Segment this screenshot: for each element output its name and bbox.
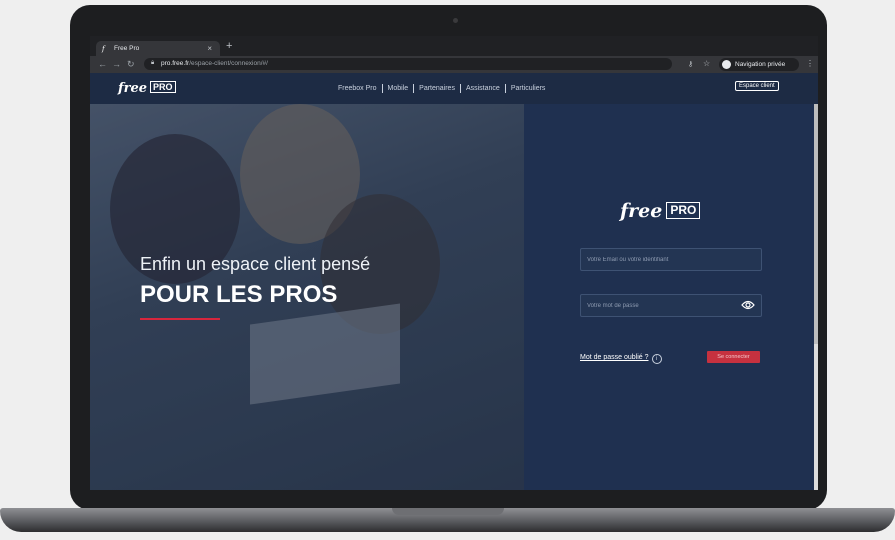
- incognito-label: Navigation privée: [735, 61, 786, 68]
- nav-item-freebox-pro[interactable]: Freebox Pro: [333, 84, 382, 93]
- hero-headline: POUR LES PROS: [140, 281, 338, 308]
- incognito-badge[interactable]: Navigation privée: [719, 58, 799, 71]
- login-logo-text: free: [620, 200, 663, 222]
- login-button[interactable]: Se connecter: [707, 351, 760, 363]
- eye-icon[interactable]: [741, 299, 755, 311]
- laptop-notch: [392, 508, 504, 515]
- key-icon[interactable]: ⚷: [688, 60, 693, 68]
- forward-icon[interactable]: →: [112, 59, 121, 69]
- password-input[interactable]: [581, 295, 761, 316]
- lock-icon: 🔒︎: [151, 60, 155, 66]
- tab-title: Free Pro: [114, 45, 140, 52]
- web-page: free PRO Freebox Pro Mobile Partenaires Assi…: [90, 73, 818, 490]
- site-header: free PRO Freebox Pro Mobile Partenaires Assi…: [90, 73, 818, 104]
- hero-accent-line: [140, 318, 220, 320]
- forgot-password-link[interactable]: Mot de passe oublié ? i: [580, 354, 662, 364]
- email-field[interactable]: [580, 248, 762, 271]
- login-logo-badge: PRO: [666, 202, 701, 219]
- back-icon[interactable]: ←: [98, 59, 107, 69]
- espace-client-button[interactable]: Espace client: [735, 81, 779, 91]
- browser-tab-bar: f Free Pro × +: [90, 36, 818, 56]
- star-icon[interactable]: ☆: [703, 59, 710, 68]
- webcam: [453, 18, 458, 23]
- browser-tab[interactable]: f Free Pro ×: [96, 41, 220, 56]
- hero-tagline: Enfin un espace client pensé: [140, 254, 371, 274]
- scrollbar-thumb[interactable]: [814, 104, 818, 344]
- email-input[interactable]: [581, 249, 761, 270]
- hero-image: Enfin un espace client pensé POUR LES PR…: [90, 104, 524, 490]
- page-scrollbar[interactable]: [814, 104, 818, 490]
- password-field[interactable]: [580, 294, 762, 317]
- info-icon[interactable]: i: [651, 354, 662, 364]
- url-path: /espace-client/connexion/#/: [189, 60, 268, 67]
- url-host: pro.free.fr: [161, 60, 190, 67]
- favicon-icon: f: [102, 45, 105, 53]
- nav-item-assistance[interactable]: Assistance: [459, 84, 505, 93]
- login-logo: free PRO: [620, 200, 701, 222]
- new-tab-icon[interactable]: +: [226, 41, 232, 52]
- laptop-screen: f Free Pro × + ← → ↻ 🔒︎ pro.free.fr/espa…: [90, 36, 818, 490]
- nav-item-mobile[interactable]: Mobile: [381, 84, 414, 93]
- address-bar[interactable]: 🔒︎ pro.free.fr/espace-client/connexion/#…: [144, 58, 672, 70]
- logo-badge: PRO: [149, 81, 176, 93]
- forgot-password-label: Mot de passe oublié ?: [580, 354, 649, 361]
- reload-icon[interactable]: ↻: [127, 59, 135, 69]
- nav-item-particuliers[interactable]: Particuliers: [504, 84, 551, 93]
- incognito-icon: [722, 60, 731, 69]
- close-tab-icon[interactable]: ×: [207, 44, 212, 53]
- browser-toolbar: ← → ↻ 🔒︎ pro.free.fr/espace-client/conne…: [90, 56, 818, 73]
- logo-text: free: [118, 81, 147, 96]
- url-text: pro.free.fr/espace-client/connexion/#/: [161, 60, 268, 67]
- login-panel: freePRO Mot de passe oublié ?i Se connec…: [524, 104, 818, 490]
- nav-item-partenaires[interactable]: Partenaires: [413, 84, 460, 93]
- main-nav: Freebox Pro Mobile Partenaires Assistance Pa…: [333, 84, 550, 93]
- site-logo[interactable]: free PRO: [118, 81, 176, 96]
- menu-icon[interactable]: ⋮: [806, 59, 814, 68]
